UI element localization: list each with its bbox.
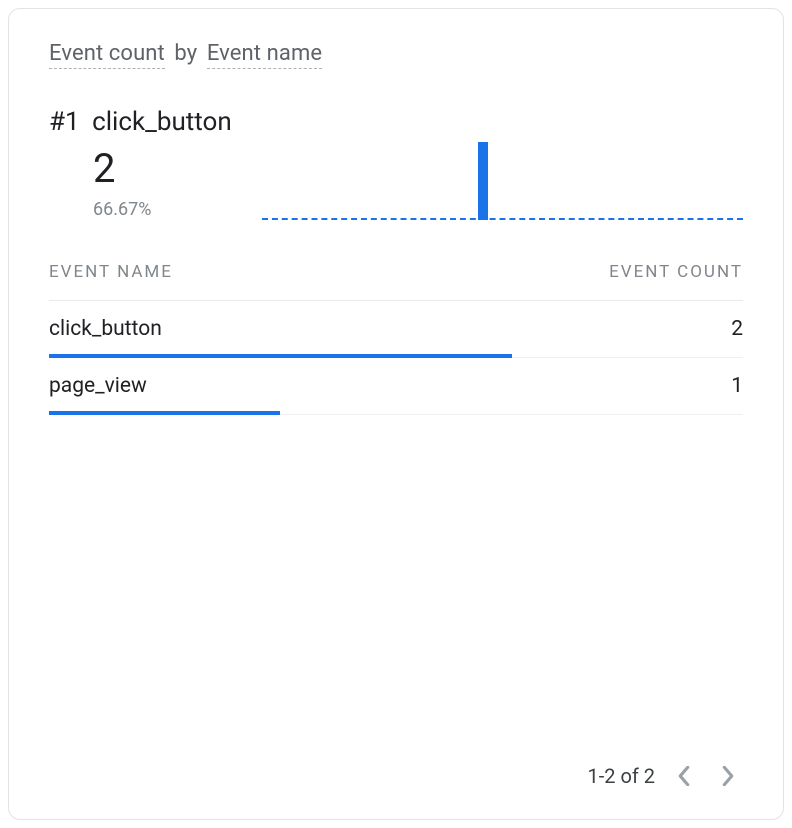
hero-summary: #1 click_button 2 66.67%: [49, 107, 743, 220]
row-event-count: 2: [731, 317, 743, 341]
dimension-label[interactable]: Event name: [207, 41, 322, 69]
event-table: EVENT NAME EVENT COUNT click_button 2 page…: [49, 262, 743, 415]
row-bar-track: [49, 410, 743, 414]
col-event-name[interactable]: EVENT NAME: [49, 262, 173, 282]
card-title: Event count by Event name: [49, 41, 743, 69]
hero-rank: #1: [49, 107, 80, 137]
sparkline-chart: [262, 142, 743, 220]
table-row[interactable]: click_button 2: [49, 301, 743, 358]
table-header: EVENT NAME EVENT COUNT: [49, 262, 743, 301]
row-bar-track: [49, 353, 743, 357]
row-event-count: 1: [731, 374, 743, 398]
hero-percent: 66.67%: [93, 199, 232, 220]
sparkline-bar: [478, 142, 488, 220]
table-body: click_button 2 page_view 1: [49, 301, 743, 415]
table-row[interactable]: page_view 1: [49, 358, 743, 415]
event-count-card: Event count by Event name #1 click_butto…: [8, 8, 784, 820]
col-event-count[interactable]: EVENT COUNT: [609, 262, 743, 282]
hero-left: #1 click_button 2 66.67%: [49, 107, 232, 220]
row-event-name: page_view: [49, 374, 147, 398]
chevron-left-icon: [677, 766, 691, 786]
row-bar: [49, 354, 512, 358]
sparkline-baseline: [262, 218, 743, 220]
pager: 1-2 of 2: [587, 761, 743, 791]
pager-range: 1-2 of 2: [587, 764, 655, 788]
hero-title: #1 click_button: [49, 107, 232, 137]
by-label: by: [170, 41, 201, 66]
hero-value: 2: [93, 149, 232, 189]
metric-label[interactable]: Event count: [49, 41, 165, 69]
row-event-name: click_button: [49, 317, 162, 341]
hero-event-name: click_button: [92, 107, 232, 137]
pager-prev-button[interactable]: [669, 761, 699, 791]
row-bar: [49, 411, 280, 415]
pager-next-button[interactable]: [713, 761, 743, 791]
chevron-right-icon: [721, 766, 735, 786]
